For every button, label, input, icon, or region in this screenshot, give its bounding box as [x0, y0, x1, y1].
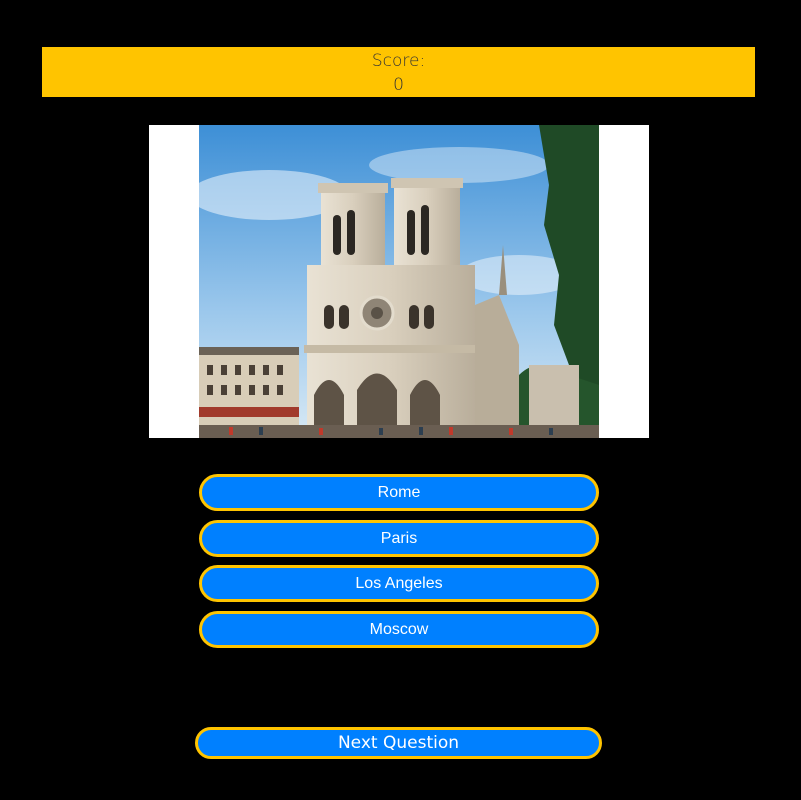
- score-bar: Score: 0: [42, 47, 755, 97]
- next-question-button[interactable]: Next Question: [195, 727, 602, 759]
- cathedral-photo: [199, 125, 599, 438]
- answer-button-moscow[interactable]: Moscow: [199, 610, 599, 648]
- answer-button-rome[interactable]: Rome: [199, 474, 599, 511]
- score-label: Score:: [371, 51, 426, 71]
- answer-list: Rome Paris Los Angeles Moscow: [199, 474, 599, 656]
- question-image-frame: [149, 125, 649, 438]
- answer-button-los-angeles[interactable]: Los Angeles: [199, 565, 599, 602]
- score-value: 0: [393, 75, 404, 95]
- answer-button-paris[interactable]: Paris: [199, 519, 599, 557]
